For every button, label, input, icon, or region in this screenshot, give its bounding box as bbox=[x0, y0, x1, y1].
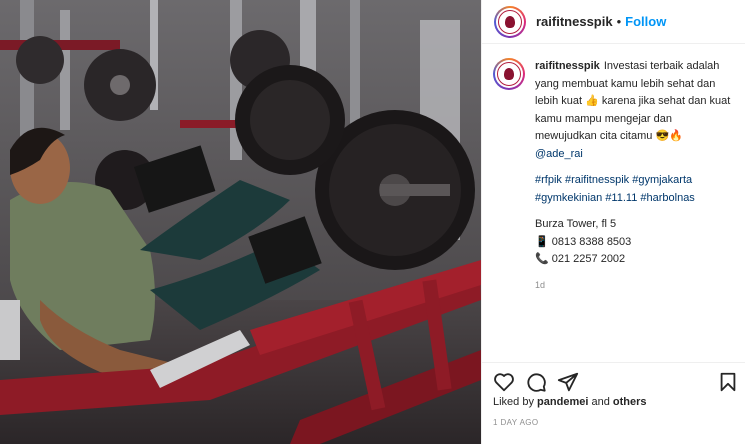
likes-prefix: Liked by bbox=[493, 396, 534, 408]
likes-others[interactable]: others bbox=[613, 396, 647, 408]
author-avatar[interactable] bbox=[494, 5, 526, 38]
post-header: raifitnesspik • Follow bbox=[482, 0, 745, 44]
post-date[interactable]: 1 DAY AGO bbox=[493, 418, 539, 427]
header-separator: • bbox=[616, 14, 622, 29]
liked-by-user[interactable]: pandemei bbox=[537, 396, 588, 408]
save-icon[interactable] bbox=[717, 371, 739, 393]
mobile-phone-row: 📱 0813 8388 8503 bbox=[535, 234, 733, 252]
caption-text: raifitnesspik Investasi terbaik adalah ya… bbox=[535, 58, 733, 294]
share-icon[interactable] bbox=[557, 371, 579, 393]
caption-username[interactable]: raifitnesspik bbox=[535, 60, 600, 72]
gym-photo bbox=[0, 0, 481, 444]
follow-button[interactable]: Follow bbox=[625, 14, 666, 29]
caption-age: 1d bbox=[535, 279, 546, 290]
thumbs-up-emoji: 👍 bbox=[585, 95, 599, 107]
landline-phone-number: 021 2257 2002 bbox=[551, 253, 626, 265]
cool-fire-emoji: 😎🔥 bbox=[655, 130, 683, 142]
mobile-phone-icon: 📱 bbox=[535, 235, 549, 248]
comment-icon[interactable] bbox=[525, 371, 547, 393]
landline-phone-row: 📞 021 2257 2002 bbox=[535, 251, 733, 269]
post-image[interactable] bbox=[0, 0, 481, 444]
telephone-icon: 📞 bbox=[535, 253, 549, 265]
author-username[interactable]: raifitnesspik bbox=[536, 14, 613, 29]
caption-avatar[interactable] bbox=[493, 58, 525, 90]
heart-icon[interactable] bbox=[493, 371, 515, 393]
mention-link[interactable]: @ade_rai bbox=[535, 146, 733, 164]
location-text: Burza Tower, fl 5 bbox=[535, 218, 617, 230]
action-bar bbox=[481, 362, 745, 398]
mobile-phone-number: 0813 8388 8503 bbox=[551, 235, 632, 248]
hashtags-link[interactable]: #rfpik #raifitnesspik #gymjakarta #gymke… bbox=[535, 172, 733, 207]
likes-summary: Liked by pandemei and others bbox=[493, 396, 647, 408]
caption-block: raifitnesspik Investasi terbaik adalah ya… bbox=[493, 58, 733, 294]
likes-conjunction: and bbox=[591, 396, 610, 408]
